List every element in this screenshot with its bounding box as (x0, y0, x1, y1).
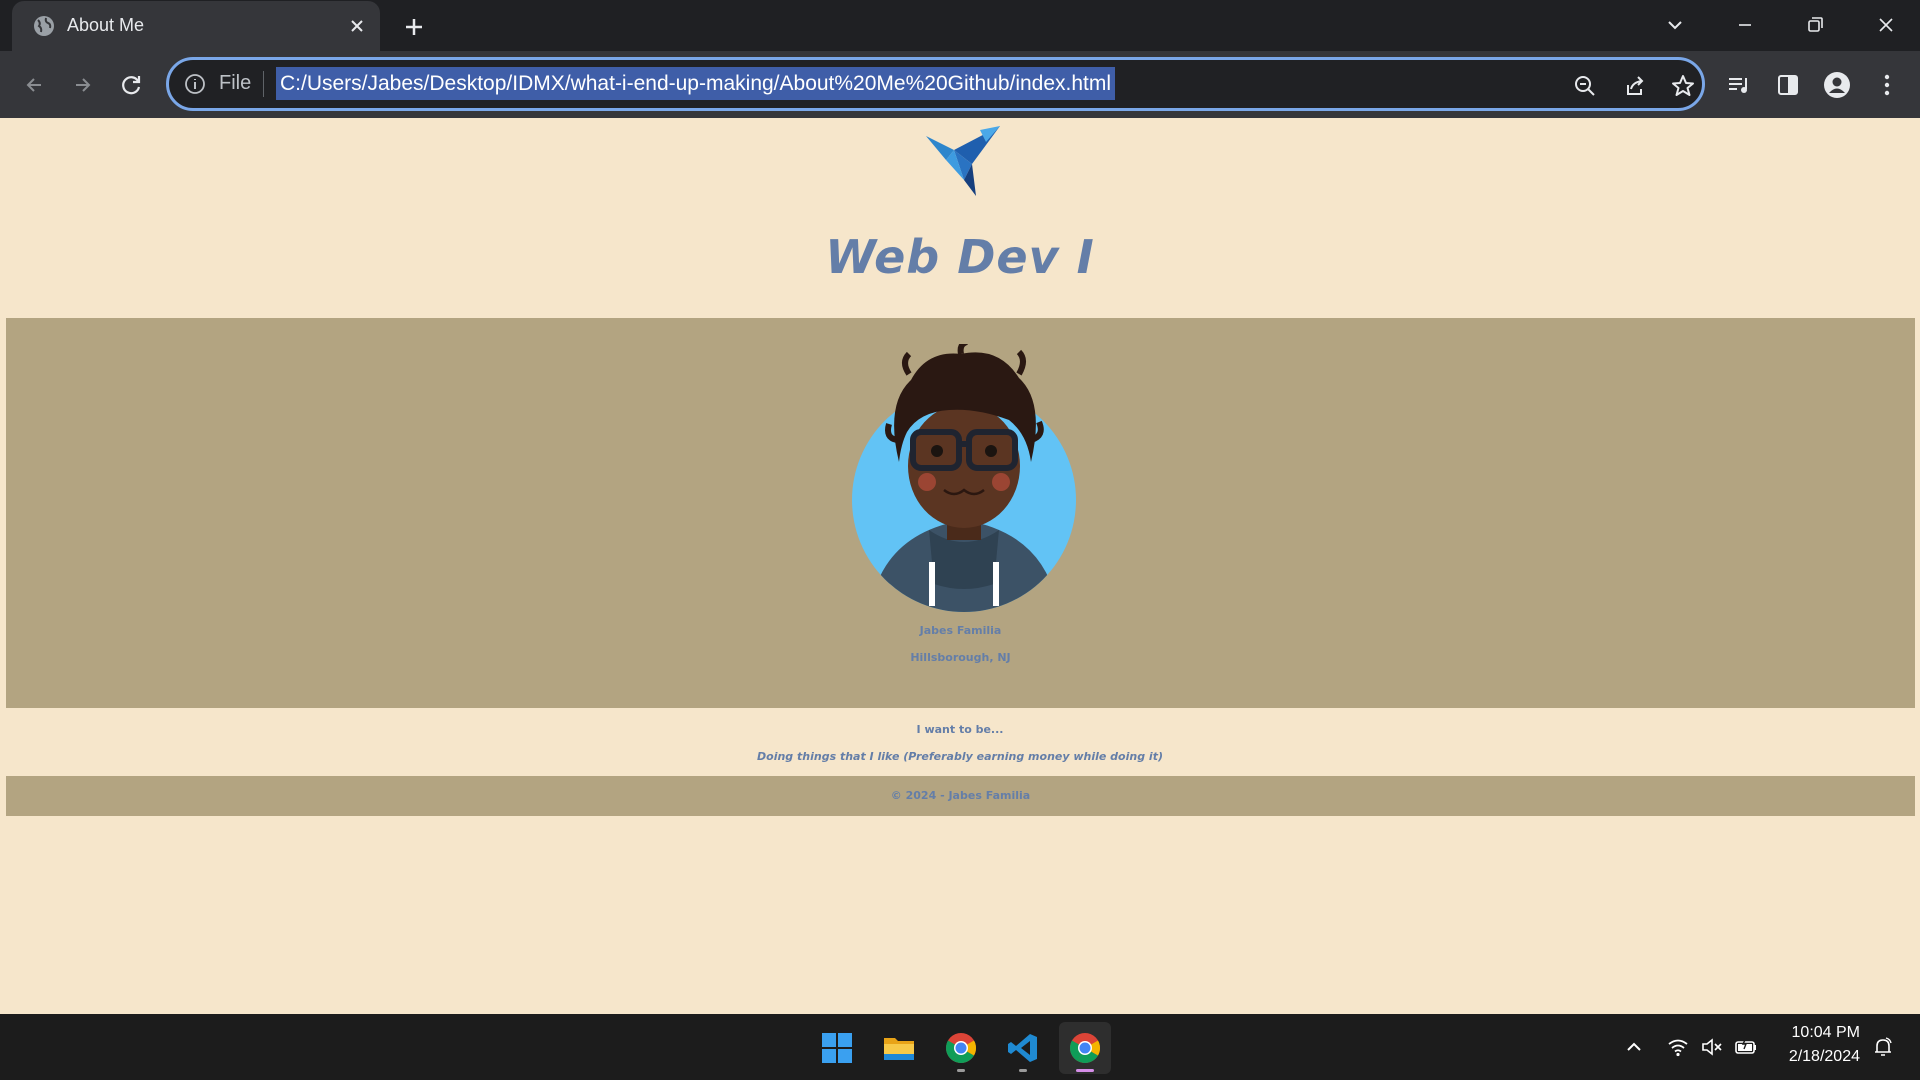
close-tab-icon[interactable] (345, 14, 369, 38)
windows-taskbar: 10:04 PM 2/18/2024 (0, 1014, 1920, 1080)
back-arrow-icon[interactable] (19, 70, 49, 100)
aspiration-text: Doing things that I like (Preferably ear… (757, 750, 1163, 763)
forward-arrow-icon[interactable] (68, 70, 98, 100)
kebab-menu-icon[interactable] (1872, 70, 1902, 100)
profile-section: Jabes Familia Hillsborough, NJ (6, 318, 1915, 708)
page-footer: © 2024 - Jabes Familia (6, 776, 1915, 816)
tab-about-me[interactable]: About Me (12, 1, 380, 52)
chrome-active-taskbar-button[interactable] (1059, 1022, 1111, 1074)
web-page: Web Dev I Jabes Familia Hillsborough, NJ… (0, 118, 1920, 1014)
new-tab-icon[interactable] (400, 13, 428, 41)
notification-bell-icon[interactable] (1871, 1035, 1895, 1059)
profile-name: Jabes Familia (919, 624, 1002, 637)
globe-icon (34, 16, 54, 36)
side-panel-icon[interactable] (1773, 70, 1803, 100)
tab-search-icon[interactable] (1660, 10, 1690, 40)
running-indicator (1019, 1069, 1027, 1072)
reload-icon[interactable] (117, 70, 147, 100)
profile-location: Hillsborough, NJ (910, 651, 1011, 664)
battery-charging-icon[interactable] (1734, 1035, 1758, 1059)
minimize-icon[interactable] (1730, 10, 1760, 40)
chrome-icon (1070, 1033, 1101, 1064)
site-info-icon[interactable] (183, 72, 207, 96)
chrome-icon (946, 1033, 977, 1064)
aspiration-heading: I want to be... (916, 723, 1004, 736)
tab-strip: About Me (0, 0, 1920, 52)
omnibox-divider (263, 71, 264, 97)
windows-logo-icon (822, 1033, 852, 1063)
copyright-text: © 2024 - Jabes Familia (890, 789, 1031, 802)
bookmark-star-icon[interactable] (1669, 72, 1697, 100)
close-window-icon[interactable] (1871, 10, 1901, 40)
clock-date[interactable]: 2/18/2024 (1774, 1048, 1860, 1066)
restore-icon[interactable] (1800, 10, 1830, 40)
zoom-icon[interactable] (1571, 72, 1599, 100)
start-button[interactable] (811, 1022, 863, 1074)
active-indicator (1076, 1069, 1094, 1072)
share-icon[interactable] (1620, 72, 1648, 100)
running-indicator (957, 1069, 965, 1072)
chevron-up-icon[interactable] (1622, 1035, 1646, 1059)
scheme-label: File (219, 72, 252, 94)
file-explorer-button[interactable] (873, 1022, 925, 1074)
clock-time[interactable]: 10:04 PM (1774, 1024, 1860, 1042)
chrome-taskbar-button[interactable] (935, 1022, 987, 1074)
page-title: Web Dev I (825, 230, 1095, 284)
media-controls-icon[interactable] (1724, 70, 1754, 100)
folder-icon (884, 1038, 914, 1060)
origami-bird-logo (926, 126, 1000, 196)
url-text[interactable]: C:/Users/Jabes/Desktop/IDMX/what-i-end-u… (276, 67, 1116, 100)
address-bar[interactable]: File C:/Users/Jabes/Desktop/IDMX/what-i-… (166, 57, 1705, 111)
vscode-taskbar-button[interactable] (997, 1022, 1049, 1074)
volume-muted-icon[interactable] (1700, 1035, 1724, 1059)
browser-toolbar: File C:/Users/Jabes/Desktop/IDMX/what-i-… (0, 51, 1920, 118)
tab-title: About Me (67, 15, 145, 35)
wifi-icon[interactable] (1666, 1035, 1690, 1059)
avatar-illustration (852, 344, 1076, 612)
vscode-icon (1008, 1034, 1037, 1062)
profile-avatar-icon[interactable] (1822, 70, 1852, 100)
